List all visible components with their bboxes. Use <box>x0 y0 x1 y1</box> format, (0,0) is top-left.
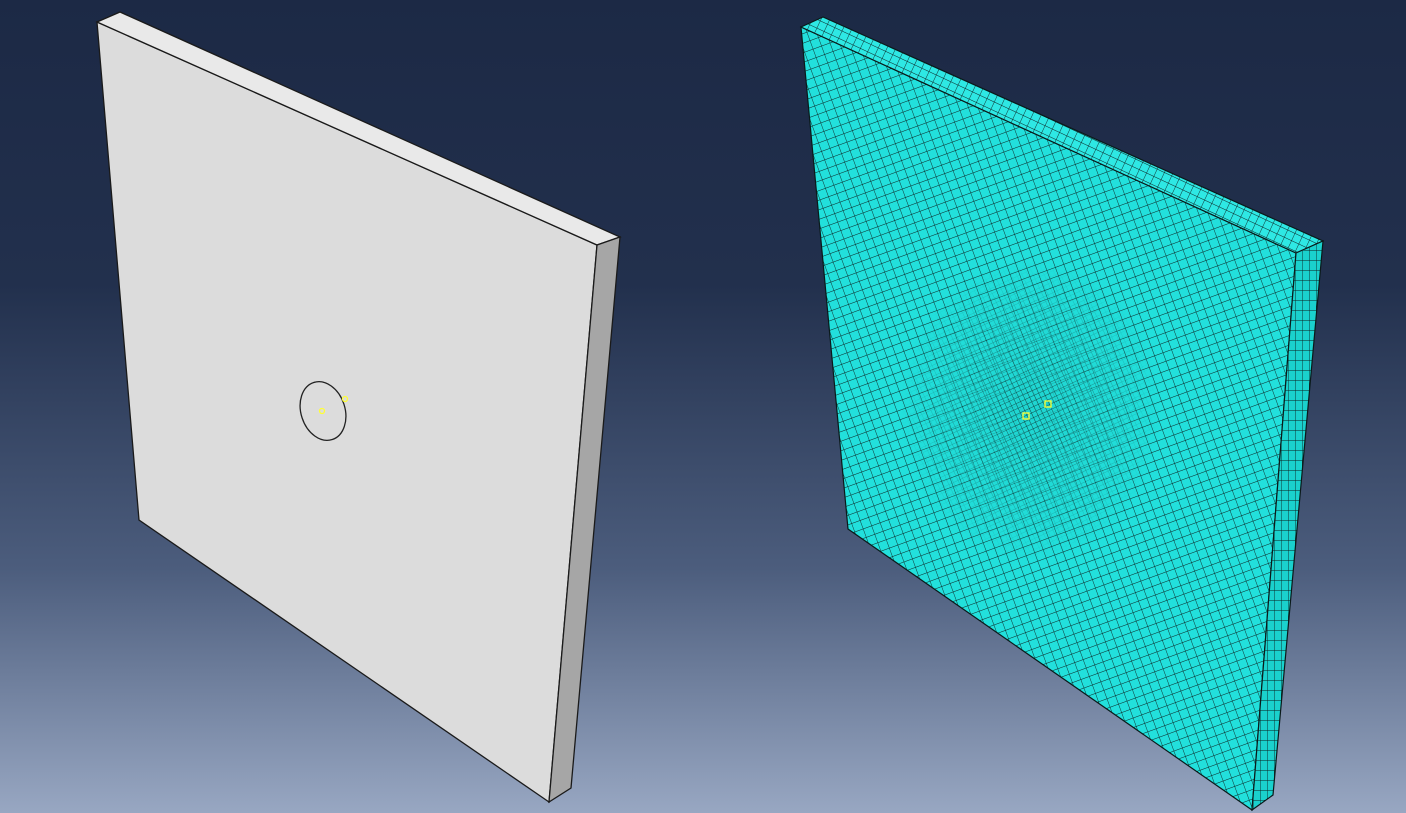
model-canvas[interactable] <box>0 0 1406 813</box>
meshed-plate[interactable] <box>799 16 1325 812</box>
mesh-refinement-zone <box>880 240 1180 580</box>
geometry-plate[interactable] <box>95 11 622 804</box>
graphics-viewport[interactable] <box>0 0 1406 813</box>
plate-front-face <box>96 20 598 804</box>
